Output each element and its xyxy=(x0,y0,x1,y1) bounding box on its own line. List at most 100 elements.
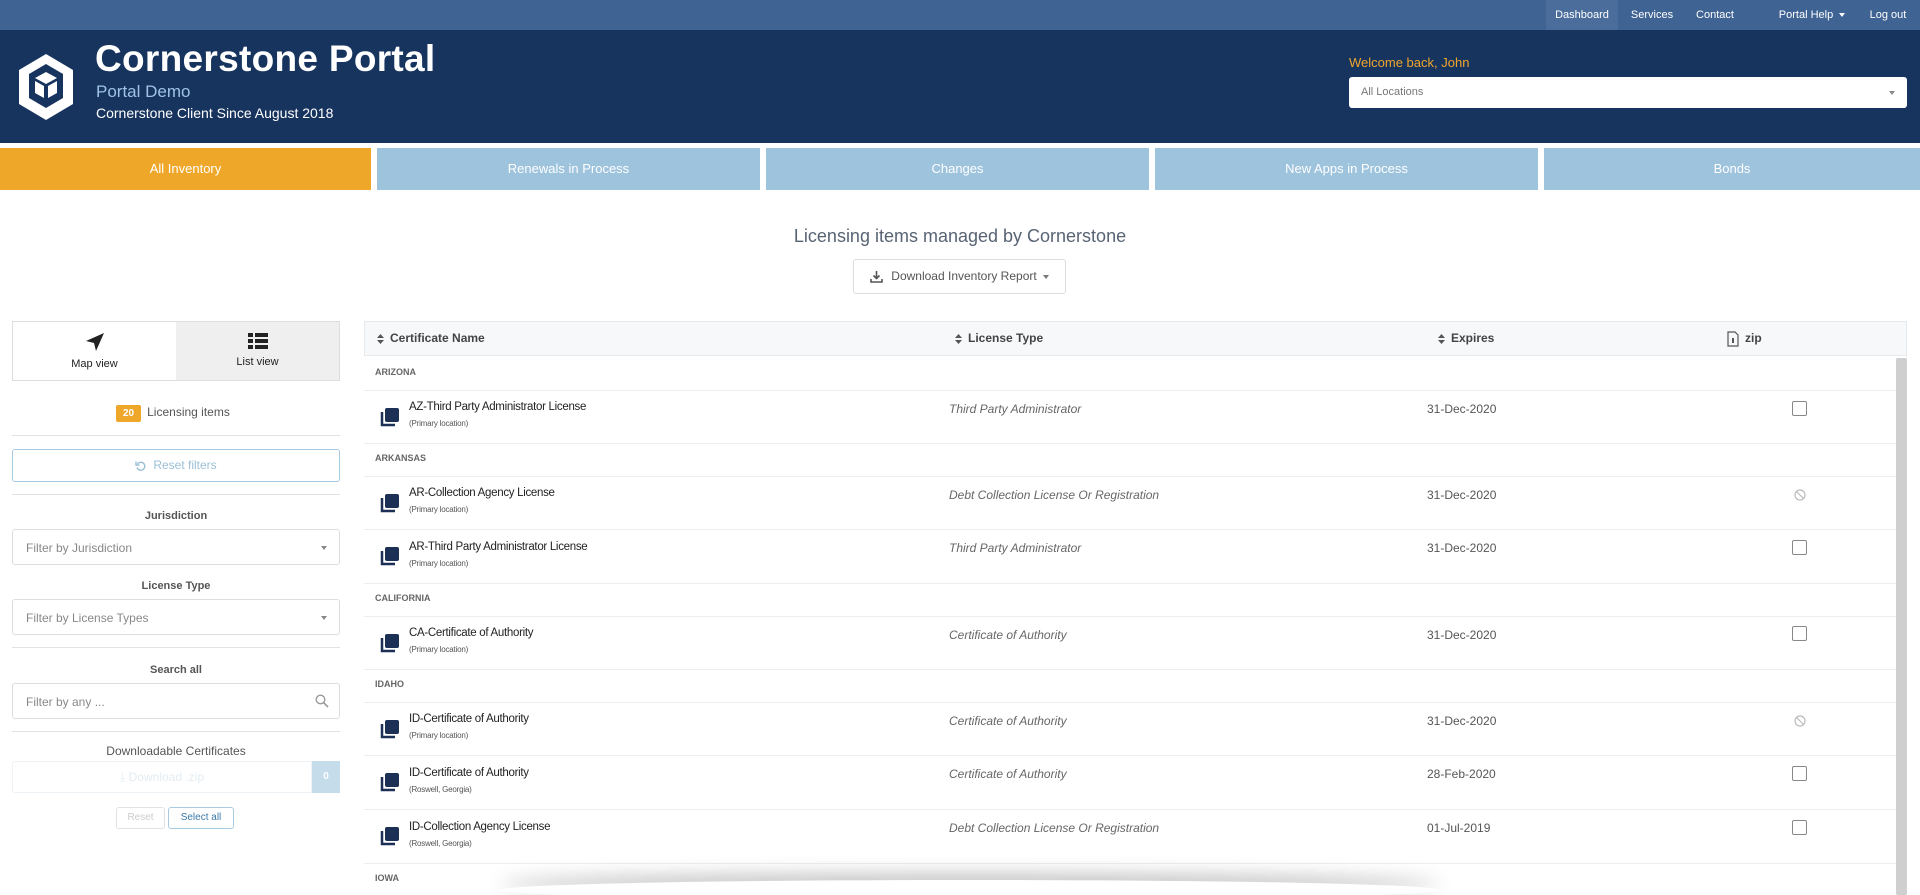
license-type: Third Party Administrator xyxy=(949,402,1082,416)
portal-help-label: Portal Help xyxy=(1778,9,1834,21)
table-row[interactable]: ID-Collection Agency License (Roswell, G… xyxy=(364,810,1896,864)
certificate-copy-icon xyxy=(380,827,399,846)
nav-portal-help[interactable]: Portal Help xyxy=(1772,0,1852,30)
certificate-location: (Primary location) xyxy=(409,731,469,740)
table-row[interactable]: ID-Certificate of Authority (Primary loc… xyxy=(364,703,1896,756)
license-type-placeholder: Filter by License Types xyxy=(26,611,149,625)
table-row[interactable]: AR-Collection Agency License (Primary lo… xyxy=(364,477,1896,530)
tab-all-inventory[interactable]: All Inventory xyxy=(0,148,371,190)
unavailable-icon xyxy=(1794,489,1806,501)
certificate-name[interactable]: ID-Collection Agency License xyxy=(409,821,550,833)
tab-changes[interactable]: Changes xyxy=(766,148,1149,190)
expires-date: 28-Feb-2020 xyxy=(1427,767,1496,781)
sort-icon xyxy=(955,333,962,344)
download-count-badge: 0 xyxy=(312,761,340,793)
license-type-label: License Type xyxy=(141,580,211,592)
certificate-copy-icon xyxy=(380,773,399,792)
group-header-idaho: IDAHO xyxy=(364,670,1896,703)
certificate-name[interactable]: AR-Third Party Administrator License xyxy=(409,541,588,553)
table-row[interactable]: AZ-Third Party Administrator License (Pr… xyxy=(364,391,1896,444)
column-zip-label: zip xyxy=(1745,331,1762,345)
zip-checkbox[interactable] xyxy=(1792,401,1807,416)
divider xyxy=(12,647,340,648)
search-all-input[interactable]: Filter by any ... xyxy=(12,683,340,719)
chevron-down-icon xyxy=(1042,274,1049,279)
table-row[interactable]: AR-Third Party Administrator License (Pr… xyxy=(364,530,1896,584)
zip-checkbox[interactable] xyxy=(1792,766,1807,781)
divider xyxy=(12,435,340,436)
certificate-copy-icon xyxy=(380,494,399,513)
column-zip: zip xyxy=(1727,322,1762,355)
certificate-name[interactable]: ID-Certificate of Authority xyxy=(409,767,529,779)
certificate-name[interactable]: AR-Collection Agency License xyxy=(409,487,555,499)
certificate-location: (Primary location) xyxy=(409,419,469,428)
map-view-button[interactable]: Map view xyxy=(13,322,176,380)
sort-icon xyxy=(377,333,384,344)
chevron-down-icon xyxy=(321,616,327,620)
nav-services[interactable]: Services xyxy=(1622,0,1682,30)
jurisdiction-select[interactable]: Filter by Jurisdiction xyxy=(12,529,340,565)
column-certificate-label: Certificate Name xyxy=(390,331,485,345)
column-license-type-label: License Type xyxy=(968,331,1044,345)
tab-renewals[interactable]: Renewals in Process xyxy=(377,148,760,190)
location-select-value: All Locations xyxy=(1361,86,1424,98)
license-type: Certificate of Authority xyxy=(949,767,1067,781)
list-icon xyxy=(247,333,268,349)
count-label: Licensing items xyxy=(147,405,230,419)
undo-icon xyxy=(135,461,146,471)
certificate-location: (Roswell, Georgia) xyxy=(409,785,472,794)
group-header-arkansas: ARKANSAS xyxy=(364,444,1896,477)
download-zip-button[interactable]: ⤓ Download .zip xyxy=(12,761,312,793)
certificate-location: (Roswell, Georgia) xyxy=(409,839,472,848)
nav-contact[interactable]: Contact xyxy=(1686,0,1744,30)
zip-checkbox[interactable] xyxy=(1792,820,1807,835)
search-placeholder: Filter by any ... xyxy=(26,695,105,709)
portal-subtitle: Portal Demo xyxy=(96,82,191,101)
nav-logout[interactable]: Log out xyxy=(1862,0,1914,30)
chevron-down-icon xyxy=(1839,13,1846,18)
chevron-down-icon xyxy=(1889,91,1895,95)
table-row[interactable]: CA-Certificate of Authority (Primary loc… xyxy=(364,617,1896,670)
certificate-name[interactable]: AZ-Third Party Administrator License xyxy=(409,401,586,413)
cornerstone-logo-icon xyxy=(19,54,73,120)
portal-title: Cornerstone Portal xyxy=(95,38,436,79)
column-certificate-name[interactable]: Certificate Name xyxy=(377,322,485,355)
expires-date: 31-Dec-2020 xyxy=(1427,628,1497,642)
list-view-button[interactable]: List view xyxy=(176,322,339,380)
jurisdiction-label: Jurisdiction xyxy=(144,510,208,522)
inventory-tabs: All Inventory Renewals in Process Change… xyxy=(0,148,1920,190)
download-report-button[interactable]: Download Inventory Report xyxy=(853,259,1066,294)
table-header: Certificate Name License Type Expires zi… xyxy=(364,321,1907,356)
table-row[interactable]: ID-Certificate of Authority (Roswell, Ge… xyxy=(364,756,1896,810)
license-type-select[interactable]: Filter by License Types xyxy=(12,599,340,635)
license-type: Debt Collection License Or Registration xyxy=(949,821,1160,835)
zip-checkbox[interactable] xyxy=(1792,626,1807,641)
view-toggle: Map view List view xyxy=(12,321,340,381)
nav-dashboard[interactable]: Dashboard xyxy=(1546,0,1618,30)
map-view-label: Map view xyxy=(71,358,118,370)
client-since: Cornerstone Client Since August 2018 xyxy=(96,105,334,121)
divider xyxy=(12,731,340,732)
downloadable-certificates-label: Downloadable Certificates xyxy=(106,744,246,758)
list-view-label: List view xyxy=(236,356,279,368)
license-type: Certificate of Authority xyxy=(949,714,1067,728)
location-select[interactable]: All Locations xyxy=(1349,77,1907,108)
expires-date: 31-Dec-2020 xyxy=(1427,541,1497,555)
tab-new-apps[interactable]: New Apps in Process xyxy=(1155,148,1538,190)
certificate-name[interactable]: CA-Certificate of Authority xyxy=(409,627,534,639)
column-expires[interactable]: Expires xyxy=(1438,322,1494,355)
certificate-copy-icon xyxy=(380,720,399,739)
table-scrollbar[interactable] xyxy=(1896,358,1907,895)
chevron-down-icon xyxy=(321,546,327,550)
certificate-location: (Primary location) xyxy=(409,559,469,568)
tab-bonds[interactable]: Bonds xyxy=(1544,148,1920,190)
reset-filters-button[interactable]: Reset filters xyxy=(12,449,340,482)
reset-button[interactable]: Reset xyxy=(116,807,165,829)
sort-icon xyxy=(1438,333,1445,344)
certificate-copy-icon xyxy=(380,408,399,427)
select-all-button[interactable]: Select all xyxy=(168,807,234,829)
column-license-type[interactable]: License Type xyxy=(955,322,1043,355)
zip-checkbox[interactable] xyxy=(1792,540,1807,555)
certificate-name[interactable]: ID-Certificate of Authority xyxy=(409,713,529,725)
download-icon: ⤓ xyxy=(119,770,126,784)
